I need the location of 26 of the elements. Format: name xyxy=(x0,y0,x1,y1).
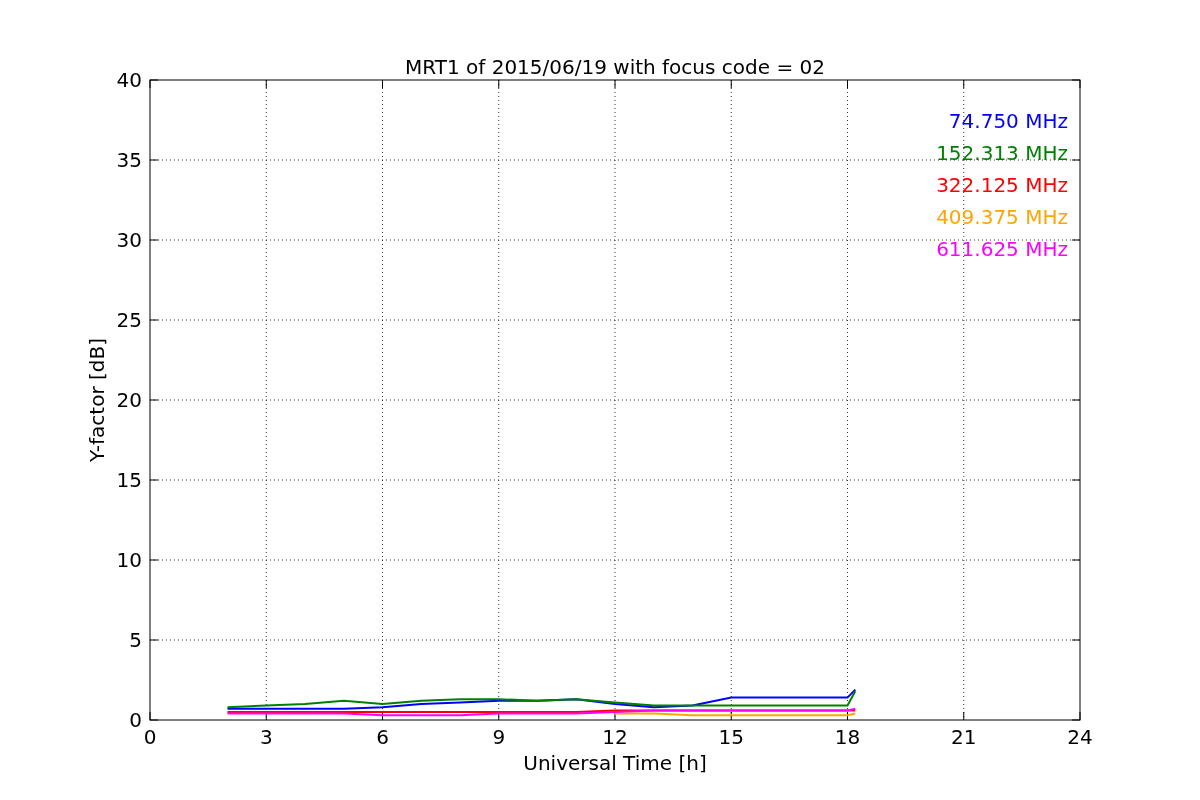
y-tick-label: 10 xyxy=(116,548,142,572)
y-tick-label: 40 xyxy=(116,68,142,92)
legend-label: 74.750 MHz xyxy=(948,109,1068,133)
y-tick-label: 30 xyxy=(116,228,142,252)
x-tick-label: 18 xyxy=(834,725,861,749)
x-tick-label: 15 xyxy=(718,725,744,749)
legend-label: 152.313 MHz xyxy=(936,141,1068,165)
y-tick-label: 0 xyxy=(129,708,142,732)
y-tick-label: 15 xyxy=(116,468,142,492)
y-tick-label: 25 xyxy=(116,308,142,332)
y-tick-label: 35 xyxy=(116,148,142,172)
legend-label: 322.125 MHz xyxy=(936,173,1068,197)
x-axis-label: Universal Time [h] xyxy=(523,751,707,775)
legend-label: 409.375 MHz xyxy=(936,205,1068,229)
y-axis-label: Y-factor [dB] xyxy=(85,338,109,462)
x-tick-label: 24 xyxy=(1067,725,1093,749)
x-tick-label: 21 xyxy=(951,725,977,749)
x-tick-label: 9 xyxy=(492,725,506,749)
y-tick-label: 20 xyxy=(116,388,142,412)
y-tick-label: 5 xyxy=(129,628,142,652)
x-tick-label: 6 xyxy=(376,725,389,749)
x-tick-label: 0 xyxy=(143,725,157,749)
chart-title: MRT1 of 2015/06/19 with focus code = 02 xyxy=(405,55,825,79)
x-tick-label: 12 xyxy=(602,725,628,749)
x-tick-label: 3 xyxy=(259,725,273,749)
legend-label: 611.625 MHz xyxy=(936,237,1068,261)
